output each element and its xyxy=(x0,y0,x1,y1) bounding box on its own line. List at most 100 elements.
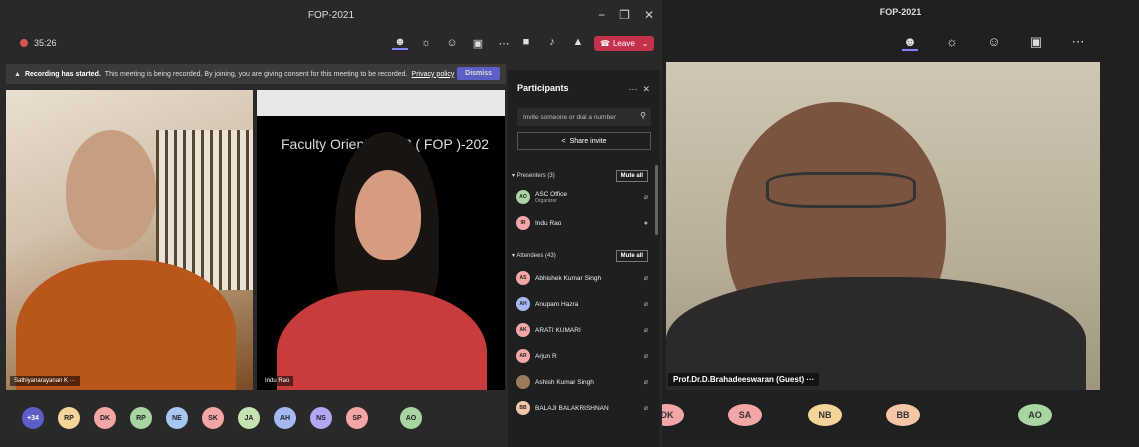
mute-all-button[interactable]: Mute all xyxy=(615,170,648,182)
dismiss-button[interactable]: Dismiss xyxy=(457,67,500,80)
avatar: AH xyxy=(516,297,530,311)
tile-name-label: Sathiyanarayanan K ··· xyxy=(10,376,80,386)
mic-off-icon[interactable]: ⌀ xyxy=(644,300,648,308)
avatar[interactable]: SP xyxy=(346,407,368,429)
avatar: AO xyxy=(516,190,530,204)
rooms-icon[interactable]: ▣ xyxy=(470,37,486,50)
search-icon[interactable]: ⚲ xyxy=(640,111,646,120)
participant-name: Anupam Hazra xyxy=(535,300,579,308)
scrollbar[interactable] xyxy=(655,165,658,235)
participant-name: ARATI KUMARI xyxy=(535,326,581,334)
mic-off-icon[interactable]: ♪ xyxy=(544,36,560,48)
share-invite-label: Share invite xyxy=(569,137,607,145)
leave-label: Leave xyxy=(612,39,635,48)
chat-icon[interactable]: ☼ xyxy=(944,34,960,51)
participant-row[interactable]: AH Anupam Hazra ⌀ xyxy=(516,291,650,317)
avatar[interactable]: +34 xyxy=(22,407,44,429)
avatar: AS xyxy=(516,271,530,285)
mic-off-icon[interactable]: ⌀ xyxy=(644,274,648,282)
avatar[interactable]: DK xyxy=(662,404,684,426)
chat-icon[interactable]: ☼ xyxy=(418,37,434,49)
mic-on-icon[interactable]: ● xyxy=(644,220,648,227)
participant-body xyxy=(277,290,487,390)
avatar[interactable]: JA xyxy=(238,407,260,429)
participant-name: ASC Office xyxy=(535,190,568,198)
share-icon: < xyxy=(561,137,566,145)
warning-icon: ▲ xyxy=(14,70,21,78)
invite-placeholder: Invite someone or dial a number xyxy=(523,113,616,121)
video-tile[interactable]: Faculty Orientation P ( FOP )-202 Indu R… xyxy=(257,90,505,390)
mic-off-icon[interactable]: ⌀ xyxy=(644,352,648,360)
maximize-icon[interactable]: ❐ xyxy=(619,8,630,22)
mic-off-icon[interactable]: ⌀ xyxy=(644,378,648,386)
participant-head xyxy=(355,170,421,260)
reactions-icon[interactable]: ☺ xyxy=(444,37,460,49)
leave-button[interactable]: ☎ Leave ⌄ xyxy=(594,36,655,51)
more-icon[interactable]: ⋯ xyxy=(496,37,512,50)
rooms-icon[interactable]: ▣ xyxy=(1028,34,1044,51)
avatar[interactable]: NS xyxy=(310,407,332,429)
tile-name-label: Prof.Dr.D.Brahadeeswaran (Guest) ··· xyxy=(668,373,820,386)
participant-name: Indu Rao xyxy=(535,219,562,227)
camera-off-icon[interactable]: ■ xyxy=(518,36,534,48)
participant-row[interactable]: AS Abhishek Kumar Singh ⌀ xyxy=(516,265,650,291)
avatar: AR xyxy=(516,349,530,363)
minimize-icon[interactable]: − xyxy=(598,8,605,22)
right-meeting-window: FOP-2021 ☻ ☼ ☺ ▣ ⋯ Prof.Dr.D.Brahadeeswa… xyxy=(662,0,1139,447)
avatar[interactable]: DK xyxy=(94,407,116,429)
participant-role: Organizer xyxy=(535,197,557,204)
participant-row[interactable]: BB BALAJI BALAKRISHNAN ⌀ xyxy=(516,395,650,421)
more-icon[interactable]: ⋯ xyxy=(1070,34,1086,51)
invite-input[interactable]: Invite someone or dial a number ⚲ xyxy=(517,108,651,126)
avatar[interactable]: AH xyxy=(274,407,296,429)
avatar[interactable]: SK xyxy=(202,407,224,429)
mic-off-icon[interactable]: ⌀ xyxy=(644,326,648,334)
participant-row[interactable]: Ashish Kumar Singh ⌀ xyxy=(516,369,650,395)
video-tile[interactable]: Prof.Dr.D.Brahadeeswaran (Guest) ··· xyxy=(666,62,1100,390)
participant-head xyxy=(66,130,156,250)
mute-all-button[interactable]: Mute all xyxy=(615,250,648,262)
participant-row[interactable]: AO ASC Office Organizer ⌀ xyxy=(516,184,650,210)
avatar[interactable]: BB xyxy=(886,404,920,426)
avatar[interactable]: RP xyxy=(130,407,152,429)
attendees-header[interactable]: ▾ Attendees (43) xyxy=(512,252,556,259)
close-icon[interactable]: ✕ xyxy=(644,8,654,22)
reactions-icon[interactable]: ☺ xyxy=(986,34,1002,51)
participant-body xyxy=(16,260,236,390)
mic-off-icon[interactable]: ⌀ xyxy=(644,404,648,412)
privacy-policy-link[interactable]: Privacy policy xyxy=(412,71,455,78)
share-icon[interactable]: ▲ xyxy=(570,36,586,48)
tile-name-label: Indu Rao xyxy=(261,376,294,386)
people-icon[interactable]: ☻ xyxy=(392,36,408,50)
avatar[interactable]: NE xyxy=(166,407,188,429)
window-title: FOP-2021 xyxy=(879,7,922,17)
panel-controls[interactable]: ⋯ ✕ xyxy=(628,84,650,95)
panel-title: Participants xyxy=(517,83,569,93)
recording-icon xyxy=(20,39,28,47)
phone-icon: ☎ xyxy=(600,39,610,48)
mic-off-icon[interactable]: ⌀ xyxy=(644,193,648,201)
presenters-label: Presenters (3) xyxy=(516,173,555,179)
video-tile[interactable]: Sathiyanarayanan K ··· xyxy=(6,90,253,390)
left-meeting-window: FOP-2021 − ❐ ✕ 35:26 ☻ ☼ ☺ ▣ ⋯ ■ ♪ ▲ ☎ L… xyxy=(0,0,662,447)
participant-row[interactable]: AR Arjun R ⌀ xyxy=(516,343,650,369)
avatar[interactable]: RP xyxy=(58,407,80,429)
participant-row[interactable]: IR Indu Rao ● xyxy=(516,210,650,236)
people-icon[interactable]: ☻ xyxy=(902,34,918,51)
meeting-control-bar: 35:26 ☻ ☼ ☺ ▣ ⋯ ■ ♪ ▲ ☎ Leave ⌄ xyxy=(0,30,662,56)
avatar[interactable]: SA xyxy=(728,404,762,426)
avatar: IR xyxy=(516,216,530,230)
avatar: BB xyxy=(516,401,530,415)
recording-banner: ▲ Recording has started. This meeting is… xyxy=(6,64,506,84)
participant-row[interactable]: AK ARATI KUMARI ⌀ xyxy=(516,317,650,343)
avatar[interactable]: AO xyxy=(400,407,422,429)
presenters-header[interactable]: ▾ Presenters (3) xyxy=(512,172,555,179)
banner-bold: Recording has started. xyxy=(24,70,101,78)
participant-name: Abhishek Kumar Singh xyxy=(535,274,602,282)
participant-name: BALAJI BALAKRISHNAN xyxy=(535,404,609,412)
share-invite-button[interactable]: < Share invite xyxy=(517,132,651,150)
avatar[interactable]: AO xyxy=(1018,404,1052,426)
avatar[interactable]: NB xyxy=(808,404,842,426)
attendees-label: Attendees (43) xyxy=(516,253,556,259)
chevron-down-icon[interactable]: ⌄ xyxy=(642,39,649,48)
